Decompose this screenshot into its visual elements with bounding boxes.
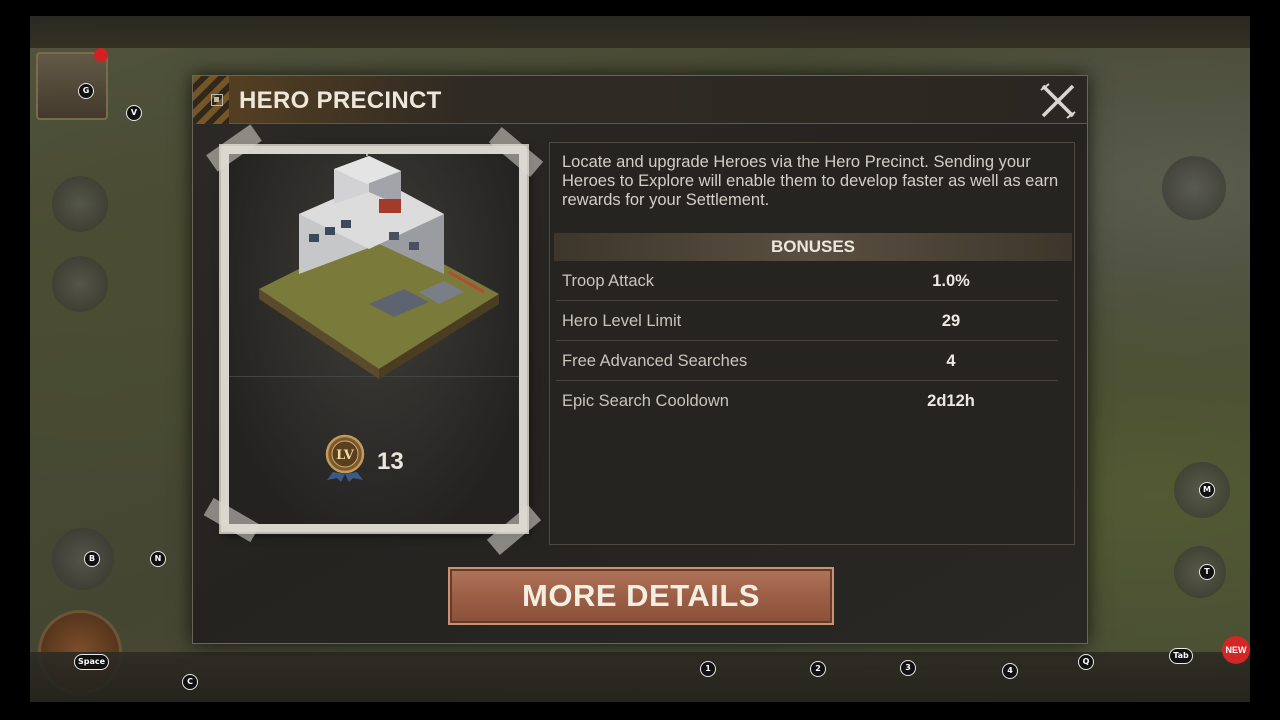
bottom-navigation-bar <box>30 652 1250 702</box>
bonus-label: Troop Attack <box>562 272 655 290</box>
level-badge-icon: LV <box>325 434 365 482</box>
side-button-combat[interactable] <box>52 176 108 232</box>
building-level: 13 <box>377 448 404 475</box>
key-hint-avatar: G <box>78 83 94 99</box>
bonus-row: Hero Level Limit 29 <box>556 301 1058 341</box>
key-hint-vip: V <box>126 105 142 121</box>
player-avatar[interactable] <box>36 52 108 120</box>
side-button-lock[interactable] <box>52 256 108 312</box>
key-hint-n: N <box>150 551 166 567</box>
key-hint-slot-3: 3 <box>900 660 916 676</box>
bonus-label: Free Advanced Searches <box>562 352 748 370</box>
building-card: LV 13 <box>203 124 544 556</box>
svg-text:LV: LV <box>336 448 355 463</box>
key-hint-slot-1: 1 <box>700 661 716 677</box>
modal-title: HERO PRECINCT <box>239 87 442 114</box>
key-hint-backpack: Q <box>1078 654 1094 670</box>
bonus-row: Epic Search Cooldown 2d12h <box>556 381 1058 421</box>
bonus-row: Free Advanced Searches 4 <box>556 341 1058 381</box>
hero-precinct-building-icon <box>259 154 499 379</box>
bonus-label: Epic Search Cooldown <box>562 392 729 410</box>
info-panel: Locate and upgrade Heroes via the Hero P… <box>549 142 1075 545</box>
side-button-cloud[interactable] <box>1162 156 1226 220</box>
top-resource-bar <box>30 16 1250 48</box>
key-hint-t: T <box>1199 564 1215 580</box>
side-button-b[interactable] <box>52 528 114 590</box>
bonus-value: 29 <box>941 312 961 330</box>
more-details-button[interactable]: MORE DETAILS <box>448 567 834 625</box>
bonus-value: 4 <box>946 352 956 370</box>
hero-precinct-modal: HERO PRECINCT LV 13 Locate and upgrade H… <box>192 75 1088 644</box>
key-hint-more: Tab <box>1169 648 1193 664</box>
square-bullet-icon <box>211 94 223 106</box>
close-button[interactable] <box>1039 82 1077 120</box>
building-image-panel: LV 13 <box>229 154 519 524</box>
key-hint-chat: C <box>182 674 198 690</box>
key-hint-slot-2: 2 <box>810 661 826 677</box>
key-hint-slot-4: 4 <box>1002 663 1018 679</box>
close-icon <box>1040 83 1076 119</box>
bonus-label: Hero Level Limit <box>562 312 682 330</box>
building-description: Locate and upgrade Heroes via the Hero P… <box>562 153 1059 209</box>
new-badge: NEW <box>1222 636 1250 664</box>
bonus-value: 2d12h <box>927 392 975 410</box>
avatar-notification-dot <box>94 48 108 62</box>
bonus-row: Troop Attack 1.0% <box>556 261 1058 301</box>
key-hint-map: M <box>1199 482 1215 498</box>
modal-header: HERO PRECINCT <box>193 76 1087 124</box>
world-map-globe-button[interactable] <box>38 610 122 694</box>
key-hint-b: B <box>84 551 100 567</box>
key-hint-space: Space <box>74 654 110 670</box>
bonus-value: 1.0% <box>932 272 970 290</box>
bonuses-header: BONUSES <box>554 233 1072 261</box>
